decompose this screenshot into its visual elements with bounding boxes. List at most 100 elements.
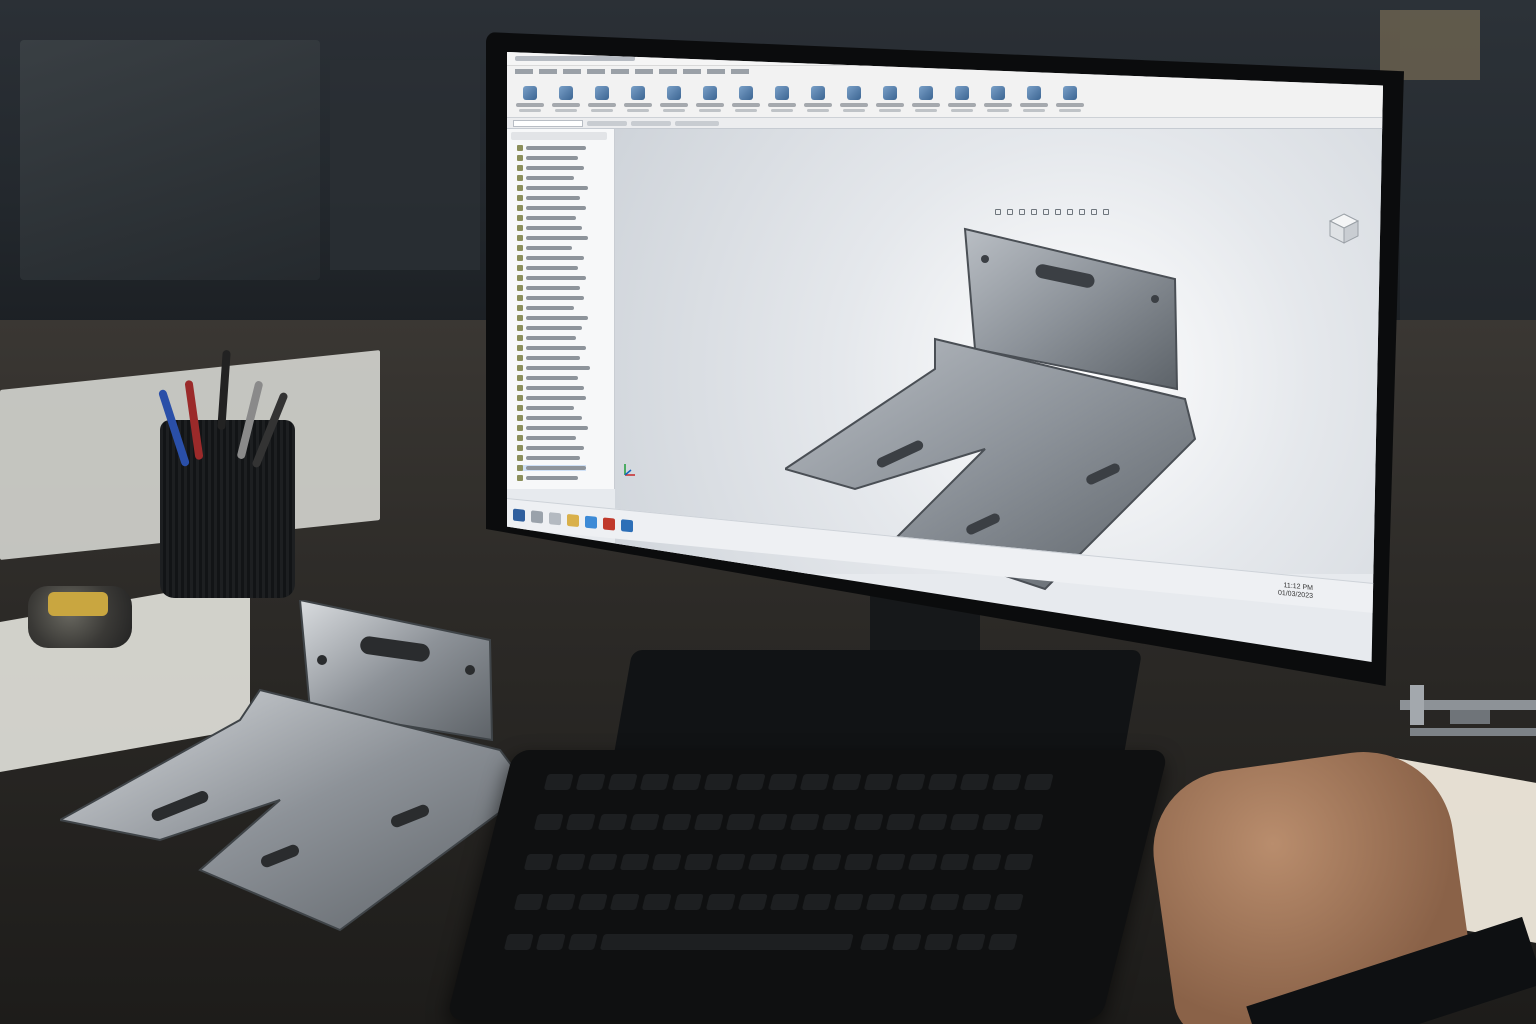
tree-item[interactable] [517,265,578,271]
tree-item[interactable] [517,415,582,421]
feature-icon [517,425,523,431]
tree-item[interactable] [517,215,576,221]
taskbar-clock[interactable]: 11:12 PM 01/03/2023 [1273,581,1313,601]
tree-item[interactable] [517,285,580,291]
feature-icon [517,465,523,471]
tree-item[interactable] [517,345,586,351]
quick-access-toolbar[interactable] [515,56,635,61]
tab-features[interactable] [587,121,627,126]
feature-icon [517,155,523,161]
view-cube-icon[interactable] [1327,211,1361,245]
tree-item[interactable] [517,375,578,381]
display-style-icon[interactable] [1055,209,1061,215]
section-view-icon[interactable] [1031,209,1037,215]
feature-icon [517,375,523,381]
document-tabs [507,118,1383,129]
tree-item[interactable] [517,225,582,231]
feature-icon [517,215,523,221]
tree-item[interactable] [517,235,588,241]
tree-item[interactable] [517,155,578,161]
jog-icon [847,86,861,100]
tree-item[interactable] [517,455,580,461]
feature-icon [517,355,523,361]
tree-item[interactable] [517,425,588,431]
feature-icon [517,225,523,231]
tree-item[interactable] [517,355,580,361]
appearance-icon[interactable] [1079,209,1085,215]
tree-toolbar[interactable] [511,132,607,140]
tree-item[interactable] [517,405,574,411]
browser-icon[interactable] [585,515,597,529]
previous-view-icon[interactable] [1019,209,1025,215]
search-icon[interactable] [531,510,543,524]
zoom-fit-icon[interactable] [995,209,1001,215]
tree-item[interactable] [517,195,580,201]
view-orientation-icon[interactable] [1043,209,1049,215]
feature-manager-tree [507,129,615,489]
tree-item[interactable] [517,295,584,301]
background-machine-2 [330,60,480,270]
tree-item[interactable] [517,445,584,451]
tree-item[interactable] [517,165,584,171]
physical-bracket-part [60,600,530,932]
feature-icon [517,165,523,171]
feature-icon [517,385,523,391]
feature-icon [517,455,523,461]
feature-icon [517,335,523,341]
unfold-icon [919,86,933,100]
task-view-icon[interactable] [549,512,561,526]
extrude-icon [559,86,573,100]
feature-icon [517,435,523,441]
graphics-viewport[interactable] [615,129,1383,591]
cad-app-icon[interactable] [603,517,615,531]
tree-item[interactable] [517,185,588,191]
zoom-area-icon[interactable] [1007,209,1013,215]
base-flange-icon [739,86,753,100]
start-icon[interactable] [513,508,525,522]
flatten-icon [883,86,897,100]
tab-sheet-metal[interactable] [675,121,719,126]
tree-item[interactable] [517,325,582,331]
tree-item[interactable] [517,335,576,341]
tree-item[interactable] [517,255,584,261]
tree-item[interactable] [517,435,576,441]
feature-icon [517,275,523,281]
feature-icon [517,325,523,331]
feature-icon [517,365,523,371]
feature-icon [517,475,523,481]
heads-up-view-toolbar[interactable] [995,209,1109,217]
part-icon [517,145,523,151]
view-settings-icon[interactable] [1103,209,1109,215]
tree-item[interactable] [517,365,590,371]
tree-item[interactable] [517,395,586,401]
tree-item[interactable] [517,305,574,311]
tree-item[interactable] [517,245,572,251]
sheet-metal-icon [703,86,717,100]
tree-item[interactable] [517,205,586,211]
tree-item[interactable] [517,315,588,321]
forming-tool-icon [1063,86,1077,100]
tree-item[interactable] [517,275,586,281]
calipers [1400,685,1536,736]
triad-icon [624,464,635,476]
feature-icon [517,315,523,321]
ribbon-menu-bar[interactable] [515,69,755,74]
tree-item[interactable] [517,385,584,391]
fold-icon [955,86,969,100]
feature-icon [517,305,523,311]
feature-icon [523,86,537,100]
tree-item-selected[interactable] [517,465,586,471]
tree-item[interactable] [517,175,574,181]
tab-active[interactable] [513,120,583,127]
tab-sketch[interactable] [631,121,671,126]
hide-show-icon[interactable] [1067,209,1073,215]
tree-item[interactable] [517,475,578,481]
fillet-icon [667,86,681,100]
tree-item[interactable] [517,145,586,151]
feature-icon [517,235,523,241]
feature-icon [517,395,523,401]
scene-icon[interactable] [1091,209,1097,215]
file-explorer-icon[interactable] [567,513,579,528]
mail-icon[interactable] [621,519,633,533]
background-machine [20,40,320,280]
